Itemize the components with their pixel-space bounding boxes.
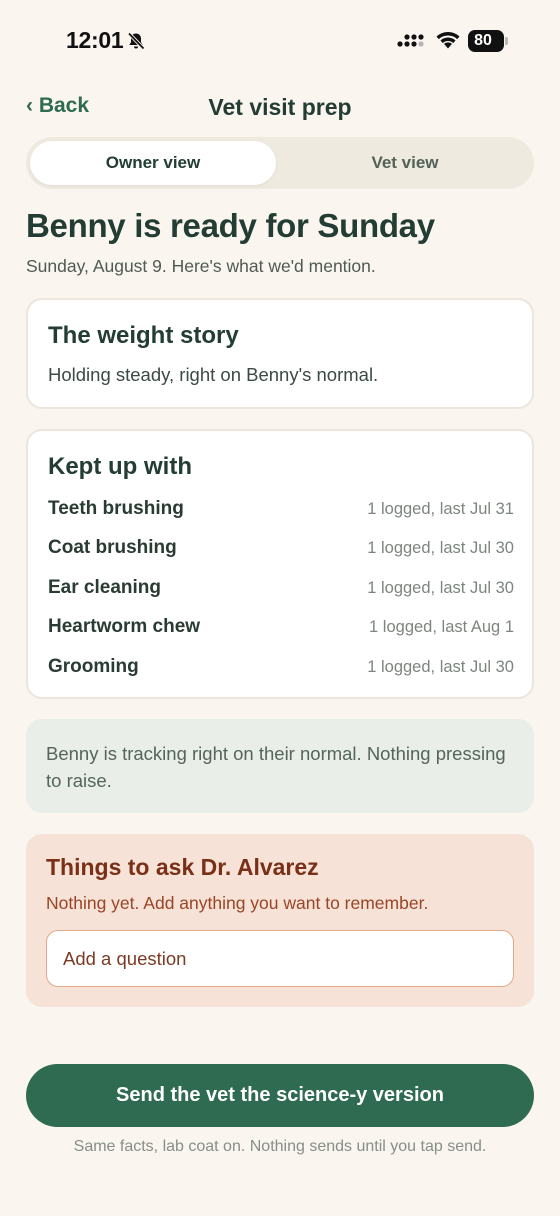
battery-level: 80 bbox=[474, 32, 492, 49]
weight-story-body: Holding steady, right on Benny's normal. bbox=[48, 364, 379, 385]
footnote: Same facts, lab coat on. Nothing sends u… bbox=[73, 1138, 487, 1155]
list-item: Grooming 1 logged, last Jul 30 bbox=[48, 656, 514, 682]
wifi-icon bbox=[435, 30, 461, 55]
care-item-name: Teeth brushing bbox=[48, 498, 184, 519]
care-item-log: 1 logged, last Jul 30 bbox=[367, 658, 514, 676]
questions-card: Things to ask Dr. Alvarez Nothing yet. A… bbox=[26, 834, 534, 1007]
care-item-name: Heartworm chew bbox=[48, 616, 201, 637]
list-item: Heartworm chew 1 logged, last Aug 1 bbox=[48, 616, 514, 642]
care-item-name: Grooming bbox=[48, 656, 139, 677]
care-item-log: 1 logged, last Jul 30 bbox=[367, 539, 514, 557]
page-title: Vet visit prep bbox=[208, 94, 352, 120]
care-item-log: 1 logged, last Jul 31 bbox=[367, 500, 514, 518]
status-bar: 12:01 80 bbox=[0, 0, 560, 84]
view-toggle: Owner view Vet view bbox=[26, 137, 534, 189]
list-item: Ear cleaning 1 logged, last Jul 30 bbox=[48, 577, 514, 603]
care-item-name: Ear cleaning bbox=[48, 577, 161, 598]
questions-title: Things to ask Dr. Alvarez bbox=[46, 854, 319, 880]
kept-up-with-card: Kept up with Teeth brushing 1 logged, la… bbox=[26, 429, 534, 699]
weight-story-card: The weight story Holding steady, right o… bbox=[26, 298, 534, 409]
list-item: Coat brushing 1 logged, last Jul 30 bbox=[48, 537, 514, 563]
care-item-log: 1 logged, last Jul 30 bbox=[367, 579, 514, 597]
status-note-text: Benny is tracking right on their normal.… bbox=[46, 743, 506, 791]
status-note: Benny is tracking right on their normal.… bbox=[26, 719, 534, 813]
weight-story-title: The weight story bbox=[48, 322, 239, 349]
care-item-name: Coat brushing bbox=[48, 537, 177, 558]
send-to-vet-button[interactable]: Send the vet the science-y version bbox=[26, 1064, 534, 1127]
bell-muted-icon bbox=[126, 31, 146, 56]
battery-icon: 80 bbox=[468, 30, 508, 52]
cellular-signal-icon bbox=[397, 32, 425, 55]
owner-view-tab[interactable]: Owner view bbox=[30, 141, 276, 185]
list-item: Teeth brushing 1 logged, last Jul 31 bbox=[48, 498, 514, 524]
vet-view-tab[interactable]: Vet view bbox=[280, 141, 530, 185]
question-input[interactable] bbox=[46, 930, 514, 987]
care-item-log: 1 logged, last Aug 1 bbox=[369, 618, 514, 636]
questions-subtitle: Nothing yet. Add anything you want to re… bbox=[46, 893, 429, 913]
subheadline: Sunday, August 9. Here's what we'd menti… bbox=[26, 256, 376, 276]
status-time: 12:01 bbox=[66, 27, 124, 53]
headline: Benny is ready for Sunday bbox=[26, 207, 435, 244]
kept-up-with-title: Kept up with bbox=[48, 453, 192, 480]
